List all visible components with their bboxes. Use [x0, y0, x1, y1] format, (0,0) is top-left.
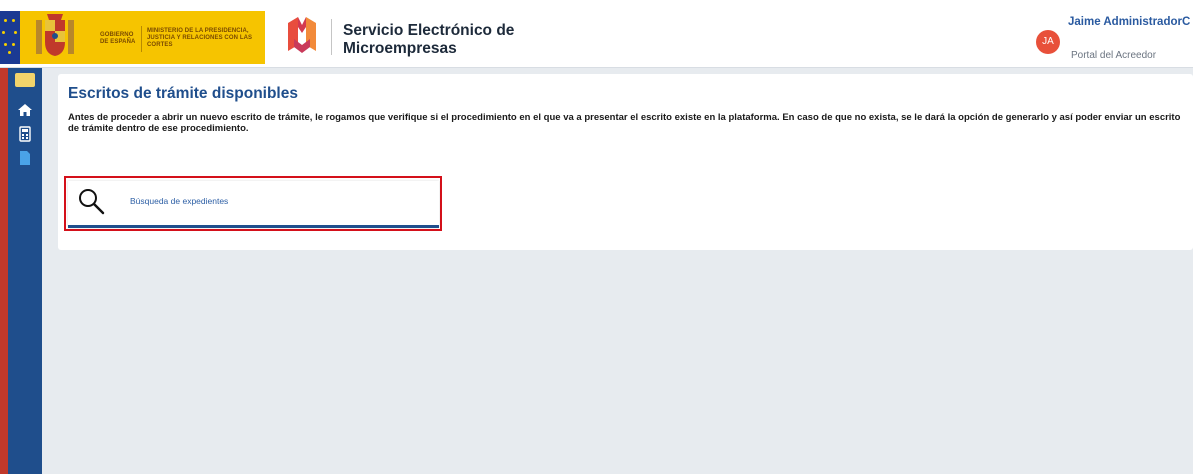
ministerio-label: Ministerio de la Presidencia, Justicia y…: [147, 28, 253, 48]
government-logo: Gobierno de España Ministerio de la Pres…: [0, 11, 265, 64]
user-role: Portal del Acreedor: [1071, 50, 1157, 61]
mini-coat-of-arms-icon: [15, 73, 35, 87]
search-icon: [79, 189, 105, 215]
page-title: Escritos de trámite disponibles: [68, 85, 298, 102]
divider: [141, 26, 142, 52]
home-icon[interactable]: [17, 102, 33, 118]
avatar[interactable]: JA: [1036, 30, 1060, 54]
coat-of-arms-icon: [36, 14, 74, 56]
search-cases-label[interactable]: Búsqueda de expedientes: [130, 196, 228, 206]
sidebar: [0, 68, 42, 474]
top-header: Gobierno de España Ministerio de la Pres…: [0, 0, 1193, 68]
main-content: Escritos de trámite disponibles Antes de…: [42, 68, 1193, 474]
page-description: Antes de proceder a abrir un nuevo escri…: [68, 112, 1181, 134]
gobierno-label: Gobierno de España: [100, 32, 136, 45]
eu-flag-icon: [0, 11, 20, 64]
microempresas-logo-icon: [288, 17, 316, 53]
app-title: Servicio Electrónico de Microempresas: [343, 22, 515, 57]
divider: [331, 19, 332, 55]
escritos-panel: Escritos de trámite disponibles Antes de…: [58, 74, 1193, 250]
document-icon[interactable]: [17, 150, 33, 166]
calculator-icon[interactable]: [17, 126, 33, 142]
search-cases-card[interactable]: Búsqueda de expedientes: [68, 181, 439, 228]
user-name[interactable]: Jaime AdministradorC: [1068, 16, 1190, 28]
